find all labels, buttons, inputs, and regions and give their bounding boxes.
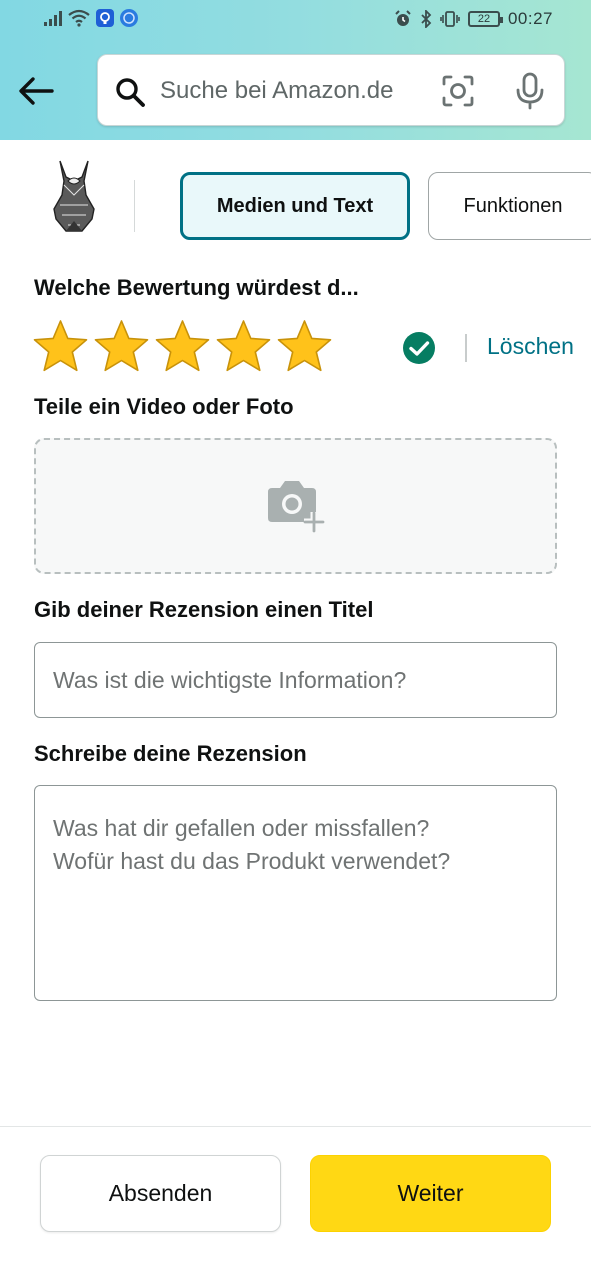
camera-scan-icon[interactable] bbox=[440, 73, 476, 109]
rating-question: Welche Bewertung würdest d... bbox=[34, 275, 359, 300]
add-photo-icon bbox=[268, 481, 325, 533]
star-icon[interactable] bbox=[154, 318, 211, 374]
check-circle-icon bbox=[403, 332, 435, 364]
app-icon bbox=[96, 9, 114, 27]
star-icon[interactable] bbox=[215, 318, 272, 374]
submit-button[interactable]: Absenden bbox=[40, 1155, 281, 1232]
tab-media-and-text[interactable]: Medien und Text bbox=[180, 172, 410, 240]
search-bar[interactable] bbox=[97, 54, 565, 126]
next-button[interactable]: Weiter bbox=[310, 1155, 551, 1232]
review-page: 22 00:27 M bbox=[0, 0, 591, 1280]
vibrate-icon bbox=[440, 11, 460, 27]
review-body-label: Schreibe deine Rezension bbox=[34, 741, 307, 766]
delete-rating-link[interactable]: Löschen bbox=[487, 333, 574, 360]
product-thumbnail bbox=[53, 160, 95, 232]
battery-icon: 22 bbox=[467, 11, 503, 27]
status-left bbox=[44, 9, 138, 27]
review-title-input[interactable] bbox=[34, 642, 557, 718]
arrow-left-icon[interactable] bbox=[16, 74, 56, 108]
media-upload-area[interactable] bbox=[34, 438, 557, 574]
media-title: Teile ein Video oder Foto bbox=[34, 394, 294, 419]
mic-icon[interactable] bbox=[512, 71, 548, 111]
star-rating[interactable] bbox=[32, 318, 333, 374]
search-icon bbox=[116, 78, 145, 107]
bluetooth-icon bbox=[421, 10, 432, 28]
signal-icon bbox=[44, 10, 62, 26]
separator bbox=[465, 334, 467, 362]
review-title-label: Gib deiner Rezension einen Titel bbox=[34, 597, 374, 622]
star-icon[interactable] bbox=[93, 318, 150, 374]
vertical-divider bbox=[134, 180, 135, 232]
status-right: 22 00:27 bbox=[394, 9, 553, 29]
footer-divider bbox=[0, 1126, 591, 1127]
review-body-input[interactable] bbox=[34, 785, 557, 1001]
app-header: 22 00:27 bbox=[0, 0, 591, 140]
clock: 00:27 bbox=[507, 9, 553, 28]
wifi-icon bbox=[68, 9, 90, 27]
alarm-icon bbox=[395, 10, 411, 26]
status-bar: 22 00:27 bbox=[0, 0, 591, 40]
search-input[interactable] bbox=[160, 69, 430, 113]
tab-features[interactable]: Funktionen bbox=[428, 172, 591, 240]
browser-icon bbox=[120, 9, 138, 27]
star-icon[interactable] bbox=[276, 318, 333, 374]
star-icon[interactable] bbox=[32, 318, 89, 374]
